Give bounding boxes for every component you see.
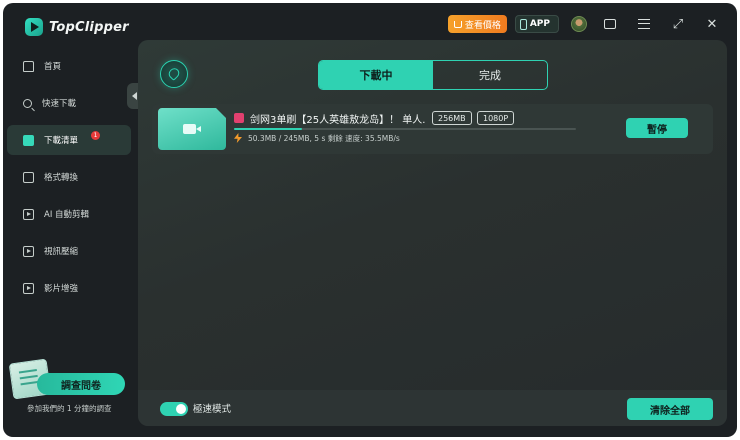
sidebar-item-enhance[interactable]: 影片增強	[3, 273, 135, 303]
turbo-mode-label: 極速模式	[193, 404, 232, 415]
tab-completed[interactable]: 完成	[433, 61, 547, 89]
survey-note: 參加我們的 1 分鐘的調查	[27, 404, 112, 413]
file-size-tag: 256MB	[432, 111, 472, 125]
app-name: TopClipper	[49, 19, 129, 35]
video-camera-icon	[183, 124, 201, 134]
bilibili-icon	[234, 113, 244, 123]
main-panel: 下載中 完成 剑网3单刷【25人英雄敖龙岛】！ 单人... 256MB 1080…	[138, 40, 727, 426]
logo-icon	[25, 18, 43, 36]
bolt-icon	[234, 133, 242, 143]
phone-icon	[519, 18, 527, 30]
notification-badge: 1	[91, 131, 100, 140]
sidebar: 首頁 快速下載 下載清單 1 格式轉換 AI 自動剪輯 視訊壓縮 影片增強	[3, 51, 135, 310]
convert-icon	[23, 171, 34, 183]
app-label: APP	[529, 19, 550, 29]
video-thumbnail	[158, 108, 226, 150]
sidebar-item-ai-edit[interactable]: AI 自動剪輯	[3, 199, 135, 229]
expand-icon: ⤢	[672, 16, 684, 32]
close-icon: ✕	[706, 16, 718, 32]
sidebar-item-label: 快速下載	[42, 99, 77, 109]
feedback-button[interactable]	[599, 13, 621, 35]
sidebar-item-convert[interactable]: 格式轉換	[3, 162, 135, 192]
clear-all-button[interactable]: 清除全部	[627, 398, 713, 420]
sidebar-item-label: 格式轉換	[44, 173, 79, 183]
sidebar-item-label: 影片增強	[44, 284, 79, 294]
link-icon[interactable]	[160, 60, 188, 88]
app-logo: TopClipper	[25, 18, 129, 36]
sidebar-item-label: 下載清單	[44, 136, 79, 146]
cart-icon	[453, 20, 462, 28]
download-tabs: 下載中 完成	[318, 60, 548, 90]
search-icon	[23, 98, 32, 108]
survey-card: 調查問卷 參加我們的 1 分鐘的調查	[8, 357, 129, 417]
survey-button[interactable]: 調查問卷	[37, 373, 125, 395]
sidebar-item-quick-download[interactable]: 快速下載	[3, 88, 135, 118]
download-icon	[23, 134, 34, 146]
pause-button[interactable]: 暫停	[626, 118, 688, 138]
sidebar-item-label: 首頁	[44, 62, 62, 72]
sidebar-item-compress[interactable]: 視訊壓縮	[3, 236, 135, 266]
progress-fill	[234, 128, 303, 130]
sidebar-item-label: AI 自動剪輯	[44, 210, 90, 220]
download-title: 剑网3单刷【25人英雄敖龙岛】！ 单人...	[250, 115, 426, 126]
titlebar-actions: 查看價格 APP ⤢ ✕	[447, 13, 723, 35]
progress-bar	[234, 128, 576, 130]
menu-button[interactable]	[633, 13, 655, 35]
home-icon	[23, 60, 34, 72]
chevron-left-icon	[131, 92, 137, 100]
sidebar-item-download-list[interactable]: 下載清單 1	[7, 125, 131, 155]
close-button[interactable]: ✕	[701, 13, 723, 35]
bottom-bar: 極速模式 清除全部	[138, 390, 727, 426]
app-download-button[interactable]: APP	[514, 15, 559, 33]
resolution-tag: 1080P	[477, 111, 515, 125]
app-window: TopClipper 查看價格 APP ⤢ ✕ 首頁 快速下載 下載清單 1 格…	[3, 3, 737, 437]
sidebar-item-home[interactable]: 首頁	[3, 51, 135, 81]
pricing-button[interactable]: 查看價格	[447, 15, 507, 33]
enhance-icon	[23, 282, 34, 294]
maximize-button[interactable]: ⤢	[667, 13, 689, 35]
compress-icon	[23, 245, 34, 257]
sidebar-item-label: 視訊壓縮	[44, 247, 79, 257]
tab-downloading[interactable]: 下載中	[319, 61, 433, 89]
chat-icon	[604, 19, 616, 29]
download-item: 剑网3单刷【25人英雄敖龙岛】！ 单人... 256MB 1080P 50.3M…	[152, 104, 713, 154]
hamburger-icon	[638, 19, 650, 29]
turbo-mode-toggle[interactable]	[160, 402, 188, 416]
ai-video-icon	[23, 208, 34, 220]
avatar[interactable]	[571, 16, 587, 32]
download-status: 50.3MB / 245MB, 5 s 剩餘 速度: 35.5MB/s	[248, 134, 400, 143]
pricing-label: 查看價格	[464, 20, 501, 31]
